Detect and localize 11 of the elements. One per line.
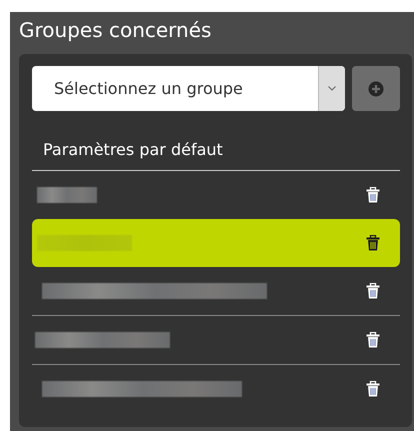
trash-icon[interactable] (366, 187, 380, 203)
default-settings-label: Paramètres par défaut (43, 140, 223, 159)
plus-icon (368, 80, 384, 96)
redacted-text (37, 187, 97, 203)
panel-title: Groupes concernés (19, 18, 212, 42)
trash-icon[interactable] (366, 332, 380, 348)
chevron-down-icon (328, 86, 336, 91)
add-button[interactable] (352, 66, 400, 111)
trash-icon[interactable] (366, 283, 380, 299)
trash-icon[interactable] (366, 381, 380, 397)
trash-icon[interactable] (366, 235, 380, 251)
